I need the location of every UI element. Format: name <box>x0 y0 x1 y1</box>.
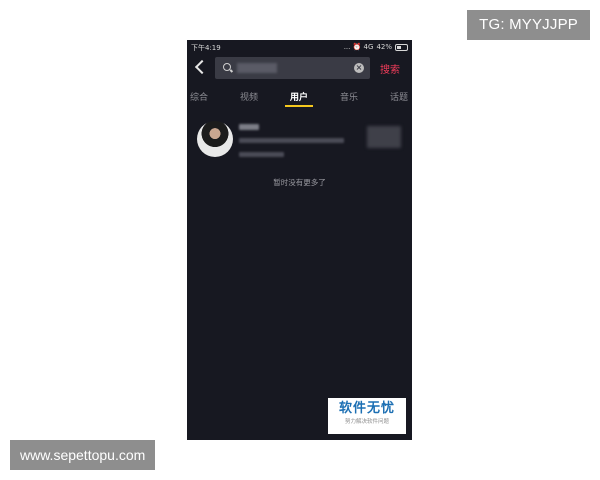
search-input[interactable]: × <box>215 57 370 79</box>
user-info-blurred <box>239 138 344 143</box>
search-query-text <box>237 63 277 73</box>
no-more-results-text: 暂时没有更多了 <box>273 178 326 187</box>
avatar[interactable] <box>197 121 233 157</box>
clear-icon[interactable]: × <box>354 63 364 73</box>
tab-comprehensive[interactable]: 综合 <box>190 90 208 103</box>
search-icon <box>223 63 231 71</box>
user-extra-blurred <box>239 152 284 157</box>
tab-users[interactable]: 用户 <box>290 90 308 103</box>
user-name-blurred <box>239 124 259 130</box>
status-icons: ... ⏰ 4G <box>343 43 374 51</box>
watermark-title: 软件无忧 <box>338 401 395 416</box>
battery-percent: 42% <box>376 43 392 51</box>
battery-icon <box>395 43 408 51</box>
tab-topics[interactable]: 话题 <box>390 90 408 103</box>
phone-screen: 下午4:19 ... ⏰ 4G 42% × 搜索 综合 视频 用户 音乐 话题 … <box>187 40 412 440</box>
back-arrow-icon[interactable] <box>194 59 210 75</box>
site-watermark: www.sepettopu.com <box>10 440 156 470</box>
tab-music[interactable]: 音乐 <box>340 90 358 103</box>
user-result-row[interactable] <box>187 118 412 163</box>
search-button[interactable]: 搜索 <box>380 61 400 76</box>
status-time: 下午4:19 <box>191 44 221 52</box>
watermark-subtitle: 努力解决软件问题 <box>344 419 389 425</box>
tab-videos[interactable]: 视频 <box>240 90 258 103</box>
status-bar: 下午4:19 ... ⏰ 4G 42% <box>187 40 412 54</box>
active-tab-indicator <box>285 105 313 107</box>
follow-button[interactable] <box>367 126 401 148</box>
status-indicators: ... ⏰ 4G 42% <box>344 43 408 51</box>
software-watermark: 软件无忧 努力解决软件问题 <box>328 398 406 434</box>
tg-watermark: TG: MYYJJPP <box>467 10 590 40</box>
